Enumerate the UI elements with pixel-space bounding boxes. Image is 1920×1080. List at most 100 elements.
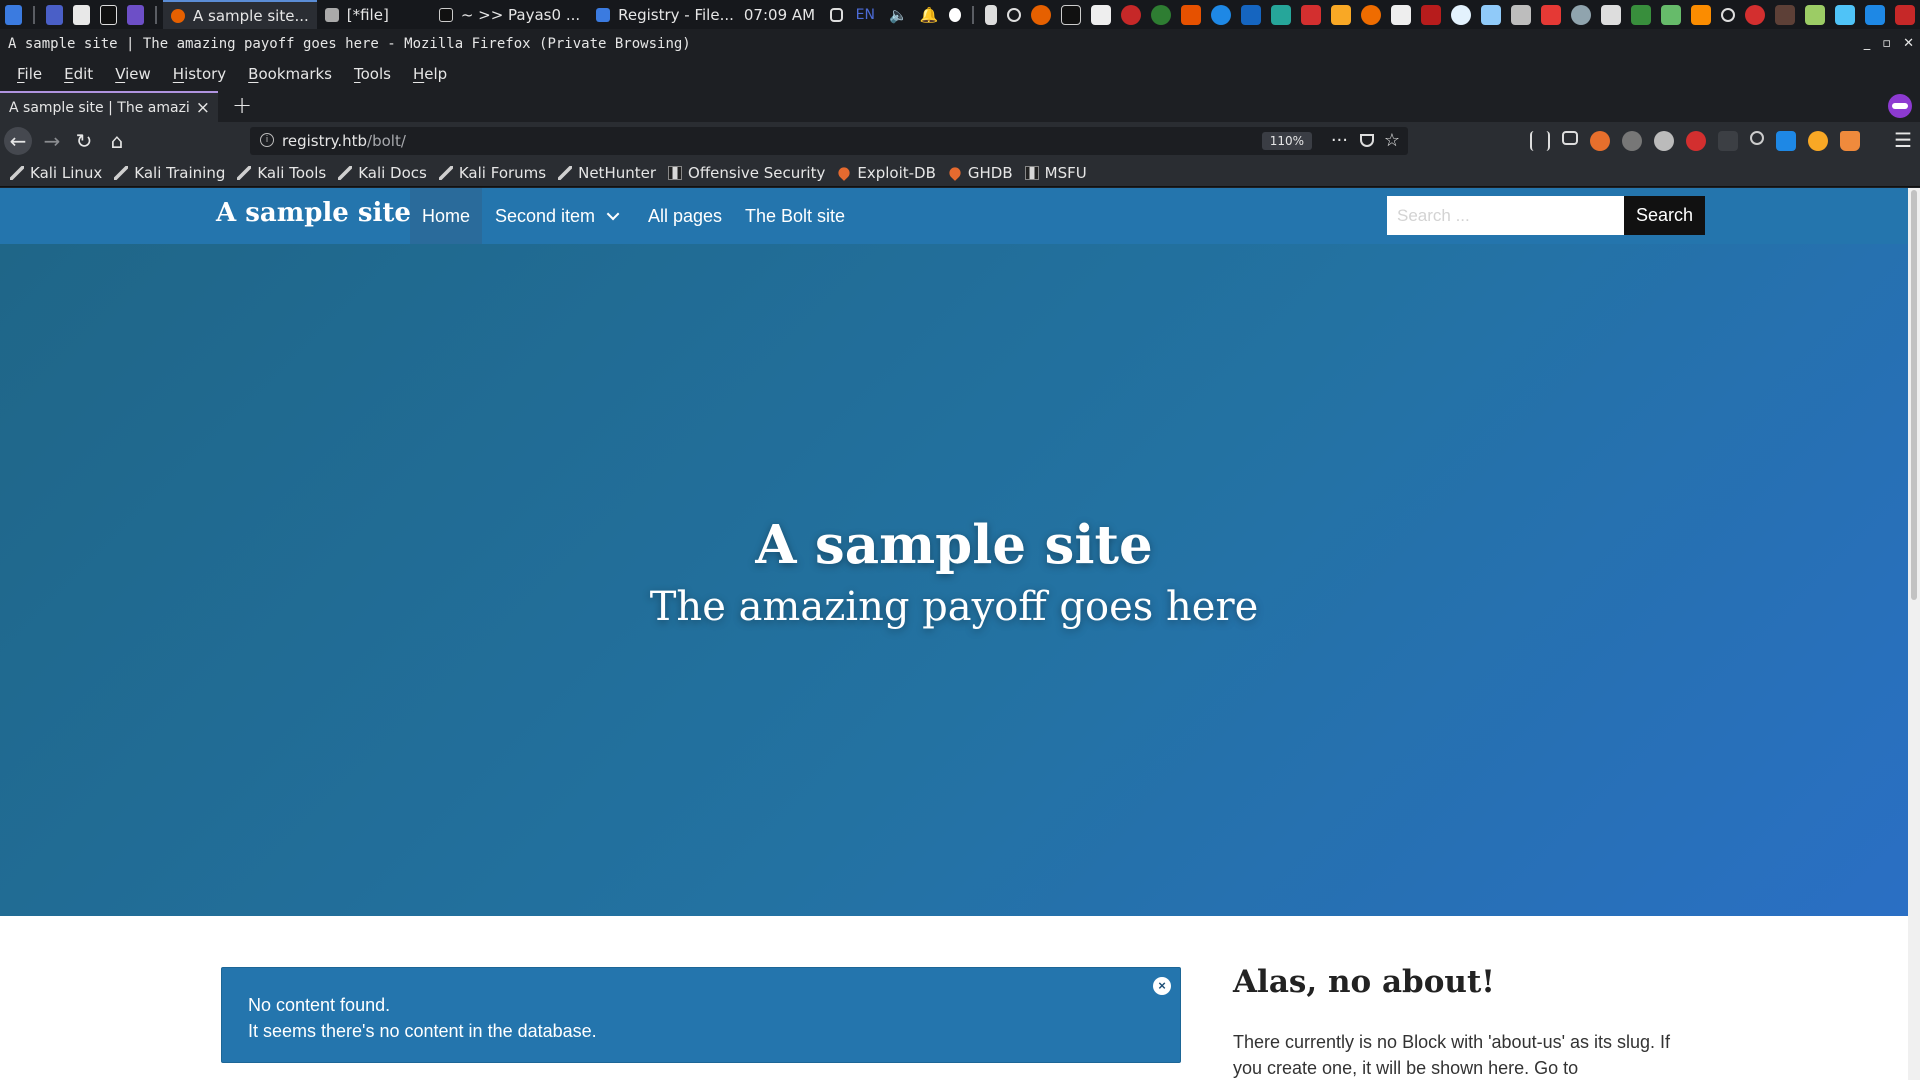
pocket-icon[interactable]: [1360, 134, 1374, 147]
search-button[interactable]: Search: [1624, 196, 1705, 235]
screenshot-icon[interactable]: [127, 4, 145, 25]
app-icon[interactable]: [1300, 4, 1321, 25]
scrollbar-thumb[interactable]: [1911, 190, 1917, 600]
file-manager-icon[interactable]: [72, 4, 90, 25]
menu-tools[interactable]: Tools: [343, 65, 402, 83]
back-button[interactable]: ←: [4, 127, 32, 155]
task-registry[interactable]: Registry - File...: [588, 0, 742, 29]
sidebar-icon[interactable]: [1562, 131, 1578, 145]
bookmark-item[interactable]: NetHunter: [558, 164, 656, 182]
firefox-launcher-icon[interactable]: [1030, 4, 1051, 25]
reload-button[interactable]: ↻: [70, 127, 98, 155]
volume-icon[interactable]: 🔈: [889, 6, 908, 24]
notification-bell-icon[interactable]: 🔔: [920, 6, 939, 24]
wordpress-icon[interactable]: [1450, 4, 1471, 25]
task-file[interactable]: [*file]: [317, 0, 397, 29]
extension-icon[interactable]: [1686, 131, 1706, 151]
task-terminal[interactable]: ~ >> Payas0 ...: [431, 0, 588, 29]
nav-bolt-site[interactable]: The Bolt site: [733, 188, 857, 244]
status-icon[interactable]: [949, 7, 962, 22]
bookmark-item[interactable]: Kali Tools: [237, 164, 326, 182]
extension-icon[interactable]: [1840, 131, 1860, 151]
menu-bookmarks[interactable]: Bookmarks: [237, 65, 343, 83]
app-icon[interactable]: [1630, 4, 1651, 25]
burpsuite-icon[interactable]: [1180, 4, 1201, 25]
search-input[interactable]: [1387, 196, 1624, 235]
bookmark-item[interactable]: Kali Linux: [10, 164, 102, 182]
menu-icon[interactable]: ☰: [1894, 128, 1912, 152]
menu-history[interactable]: History: [162, 65, 237, 83]
keyboard-layout[interactable]: EN: [856, 7, 875, 23]
app-icon[interactable]: [1864, 4, 1885, 25]
menu-file[interactable]: File: [6, 65, 53, 83]
minimize-icon[interactable]: _: [1864, 29, 1871, 59]
menu-help[interactable]: Help: [402, 65, 458, 83]
library-icon[interactable]: [1530, 131, 1550, 151]
app-icon[interactable]: [1420, 4, 1441, 25]
home-button[interactable]: ⌂: [103, 127, 131, 155]
app-icon[interactable]: [1600, 4, 1621, 25]
close-window-icon[interactable]: ✕: [1903, 29, 1914, 59]
tab-active[interactable]: A sample site | The amazing payoff goes …: [0, 91, 218, 122]
forward-button[interactable]: →: [38, 127, 66, 155]
site-brand[interactable]: A sample site: [216, 198, 411, 228]
account-icon[interactable]: [1750, 131, 1764, 145]
app-icon[interactable]: [1774, 4, 1795, 25]
app-icon[interactable]: [1744, 4, 1765, 25]
cherrytree-icon[interactable]: [1120, 4, 1141, 25]
new-tab-button[interactable]: +: [232, 91, 252, 119]
bookmark-item[interactable]: Kali Training: [114, 164, 225, 182]
app-icon[interactable]: [1570, 4, 1591, 25]
extension-icon[interactable]: [1718, 131, 1738, 151]
url-text[interactable]: registry.htb/bolt/: [282, 127, 406, 155]
refresh-app-icon[interactable]: [1006, 7, 1021, 22]
bookmark-item[interactable]: Kali Forums: [438, 164, 546, 182]
close-tab-icon[interactable]: ×: [196, 98, 210, 118]
app-icon[interactable]: [1360, 4, 1381, 25]
nav-home[interactable]: Home: [410, 188, 483, 244]
foxyproxy-icon[interactable]: [1590, 131, 1610, 151]
bookmark-item[interactable]: MSFU: [1024, 164, 1087, 182]
page-actions-icon[interactable]: ···: [1331, 127, 1348, 155]
app-icon[interactable]: [1894, 4, 1915, 25]
menu-view[interactable]: View: [104, 65, 162, 83]
maltego-icon[interactable]: [1150, 4, 1171, 25]
bookmark-item[interactable]: GHDB: [946, 164, 1013, 182]
extension-icon[interactable]: [1622, 131, 1642, 151]
wireshark-icon[interactable]: [1210, 4, 1231, 25]
site-info-icon[interactable]: i: [260, 133, 274, 147]
app-icon[interactable]: [1804, 4, 1825, 25]
metasploit-icon[interactable]: [1240, 4, 1261, 25]
menu-edit[interactable]: Edit: [53, 65, 104, 83]
app-icon[interactable]: [1540, 4, 1561, 25]
maximize-icon[interactable]: ▫: [1882, 29, 1891, 59]
page-scrollbar[interactable]: [1908, 188, 1920, 1080]
terminal-icon[interactable]: [99, 4, 118, 25]
close-icon[interactable]: ×: [1153, 977, 1171, 995]
app-icon[interactable]: [1270, 4, 1291, 25]
workspace-icon[interactable]: [45, 4, 63, 25]
editor-launcher-icon[interactable]: [1090, 4, 1111, 25]
bookmark-item[interactable]: Kali Docs: [338, 164, 427, 182]
app-icon[interactable]: [1834, 4, 1855, 25]
app-icon[interactable]: [1690, 4, 1711, 25]
nav-all-pages[interactable]: All pages: [636, 188, 734, 244]
extension-icon[interactable]: [1654, 131, 1674, 151]
app-icon[interactable]: [1390, 4, 1411, 25]
bookmark-item[interactable]: Offensive Security: [668, 164, 825, 182]
url-bar[interactable]: i registry.htb/bolt/ 110% ··· ☆: [250, 127, 1408, 155]
app-menu-icon[interactable]: [5, 4, 23, 25]
extension-icon[interactable]: [1776, 131, 1796, 151]
search-app-icon[interactable]: [1720, 7, 1735, 22]
bookmark-star-icon[interactable]: ☆: [1384, 127, 1400, 155]
nav-second-item[interactable]: Second item: [483, 188, 626, 244]
app-icon[interactable]: [1480, 4, 1501, 25]
app-icon[interactable]: [1330, 4, 1351, 25]
terminal-launcher-icon[interactable]: [1060, 4, 1081, 25]
display-icon[interactable]: [830, 7, 843, 22]
app-icon[interactable]: [1510, 4, 1531, 25]
task-firefox[interactable]: A sample site...: [163, 0, 317, 29]
bookmark-item[interactable]: Exploit-DB: [836, 164, 936, 182]
lock-icon[interactable]: [984, 4, 997, 25]
app-icon[interactable]: [1660, 4, 1681, 25]
